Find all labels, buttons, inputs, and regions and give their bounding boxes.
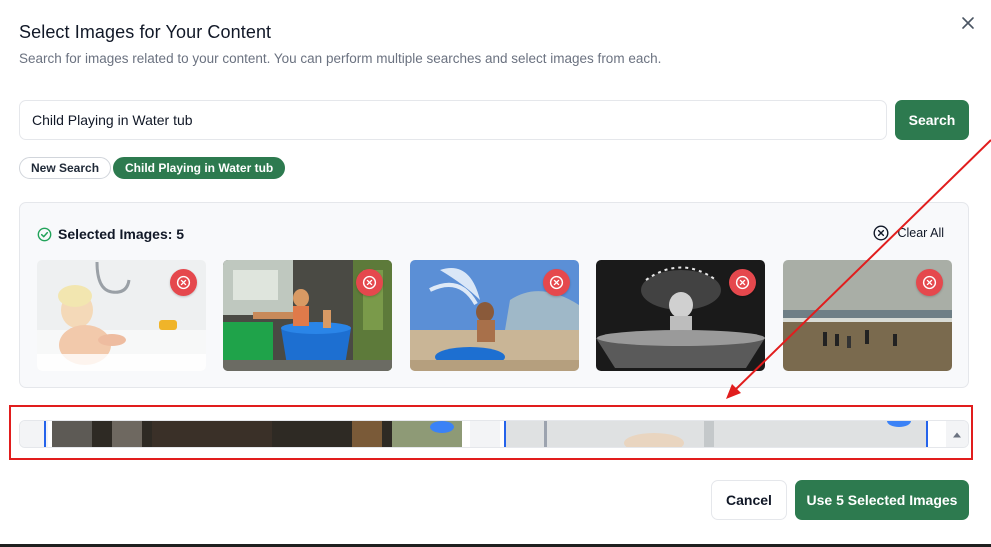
check-circle-icon <box>37 227 52 241</box>
use-selected-images-button[interactable]: Use 5 Selected Images <box>795 480 969 520</box>
search-input[interactable] <box>19 100 887 140</box>
image-selection-dialog: Select Images for Your Content Search fo… <box>0 0 991 547</box>
selected-image-thumb[interactable] <box>410 260 579 371</box>
selected-image-thumb[interactable] <box>783 260 952 371</box>
cancel-button[interactable]: Cancel <box>711 480 787 520</box>
result-image <box>52 421 462 447</box>
clear-circle-icon <box>873 225 889 241</box>
remove-icon <box>922 275 937 290</box>
clear-all-button[interactable]: Clear All <box>873 225 944 241</box>
dialog-title: Select Images for Your Content <box>19 22 272 42</box>
result-tile[interactable] <box>504 421 928 447</box>
remove-image-button[interactable] <box>170 269 197 296</box>
search-button[interactable]: Search <box>895 100 969 140</box>
scroll-up-button[interactable] <box>946 421 968 447</box>
result-tile[interactable] <box>20 421 48 447</box>
selected-images-header: Selected Images: 5 <box>37 226 184 242</box>
close-icon[interactable] <box>959 14 977 32</box>
active-search-chip[interactable]: Child Playing in Water tub <box>113 157 286 179</box>
new-search-chip[interactable]: New Search <box>19 157 112 179</box>
result-image <box>504 421 928 447</box>
search-results-strip[interactable] <box>19 420 969 448</box>
remove-image-button[interactable] <box>729 269 756 296</box>
selected-count: Selected Images: 5 <box>58 226 185 242</box>
caret-up-icon <box>953 432 961 438</box>
dialog-subtitle: Search for images related to your conten… <box>19 51 662 66</box>
selected-image-thumb[interactable] <box>37 260 206 371</box>
remove-image-button[interactable] <box>356 269 383 296</box>
remove-image-button[interactable] <box>543 269 570 296</box>
selected-image-thumb[interactable] <box>596 260 765 371</box>
result-tile[interactable] <box>52 421 462 447</box>
selected-images-panel: Selected Images: 5 Clear All <box>19 202 969 388</box>
clear-all-label: Clear All <box>897 226 944 240</box>
remove-image-button[interactable] <box>916 269 943 296</box>
remove-icon <box>176 275 191 290</box>
remove-icon <box>735 275 750 290</box>
selected-image-thumb[interactable] <box>223 260 392 371</box>
result-tile[interactable] <box>470 421 500 447</box>
remove-icon <box>549 275 564 290</box>
remove-icon <box>362 275 377 290</box>
